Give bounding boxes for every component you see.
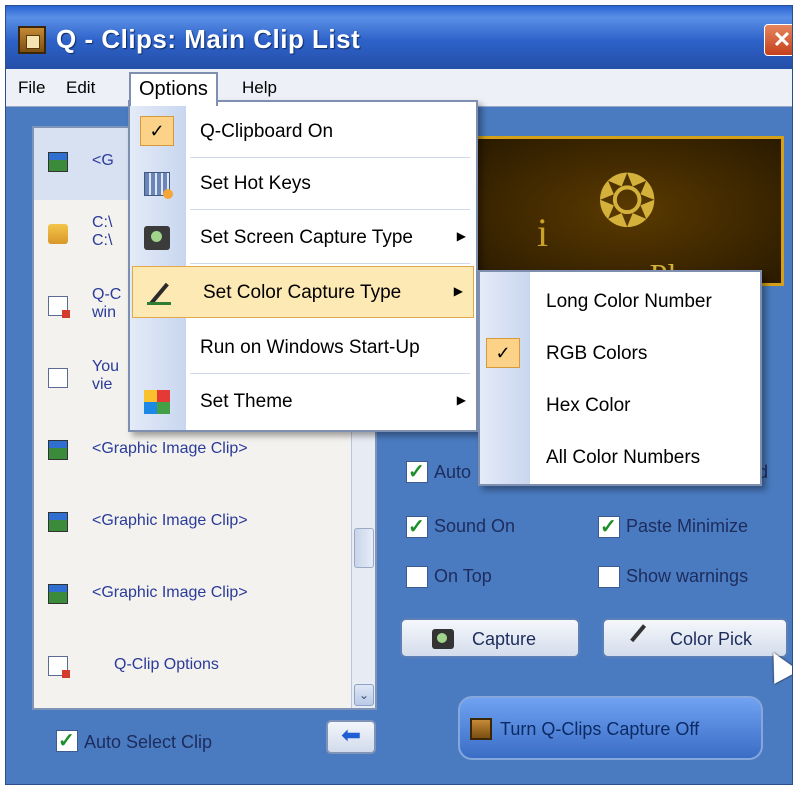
submenu-arrow-icon: ▶ bbox=[453, 284, 463, 298]
menu-separator bbox=[190, 373, 470, 374]
menu-item-label: Set Hot Keys bbox=[200, 173, 311, 194]
menu-options[interactable]: Options bbox=[129, 72, 218, 106]
menu-file[interactable]: File bbox=[14, 74, 49, 102]
turn-capture-off-label: Turn Q-Clips Capture Off bbox=[500, 719, 700, 739]
camera-icon bbox=[432, 629, 454, 649]
menu-item-label: Hex Color bbox=[546, 395, 631, 416]
turn-capture-off-button[interactable]: Turn Q-Clips Capture Off bbox=[458, 696, 763, 760]
clip-label: You vie bbox=[92, 358, 119, 393]
submenu-item-long-color-number[interactable]: Long Color Number bbox=[480, 276, 760, 328]
camera-icon bbox=[144, 226, 170, 250]
on-top-label: On Top bbox=[434, 566, 492, 586]
menu-separator bbox=[190, 209, 470, 210]
clip-label: <Graphic Image Clip> bbox=[92, 512, 248, 529]
menu-item-label: Set Theme bbox=[200, 391, 293, 412]
sound-on-checkbox[interactable] bbox=[406, 514, 428, 539]
back-arrow-button[interactable]: ⬅ bbox=[326, 720, 376, 754]
menu-help[interactable]: Help bbox=[238, 74, 281, 102]
keyboard-icon bbox=[144, 172, 173, 199]
menu-item-label: Set Screen Capture Type bbox=[200, 227, 413, 248]
paste-minimize-checkbox[interactable] bbox=[598, 514, 620, 539]
menu-item-run-on-windows-start-up[interactable]: Run on Windows Start-Up bbox=[130, 322, 476, 374]
auto-label: Auto bbox=[434, 462, 472, 482]
submenu-item-all-color-numbers[interactable]: All Color Numbers bbox=[480, 432, 760, 484]
options-dropdown: ✓ Q-Clipboard On Set Hot Keys Set Screen… bbox=[128, 100, 478, 432]
clip-label: <G bbox=[92, 152, 114, 169]
window-title: Q - Clips: Main Clip List bbox=[56, 24, 361, 54]
image-clip-icon bbox=[48, 584, 68, 604]
menu-item-label: Q-Clipboard On bbox=[200, 121, 334, 142]
menu-item-q-clipboard-on[interactable]: ✓ Q-Clipboard On bbox=[130, 106, 476, 158]
clip-label: Q-C win bbox=[92, 286, 122, 321]
menu-item-set-screen-capture-type[interactable]: Set Screen Capture Type ▶ bbox=[130, 212, 476, 264]
check-icon: ✓ bbox=[486, 338, 520, 368]
menu-item-label: Run on Windows Start-Up bbox=[200, 337, 420, 358]
clip-preview: proPlus bbox=[474, 136, 784, 293]
list-item[interactable]: <Graphic Image Clip> bbox=[34, 488, 375, 560]
menu-item-label: Long Color Number bbox=[546, 291, 712, 312]
menu-item-label: All Color Numbers bbox=[546, 447, 701, 468]
menu-item-set-theme[interactable]: Set Theme ▶ bbox=[130, 376, 476, 428]
color-pick-button-label: Color Pick bbox=[670, 629, 753, 649]
submenu-arrow-icon: ▶ bbox=[456, 393, 466, 407]
submenu-item-rgb-colors[interactable]: ✓ RGB Colors bbox=[480, 328, 760, 380]
eyedropper-icon bbox=[630, 624, 660, 654]
close-button[interactable]: ✕ bbox=[764, 24, 792, 56]
clip-label: <Graphic Image Clip> bbox=[92, 440, 248, 457]
auto-select-label: Auto Select Clip bbox=[84, 732, 213, 752]
scroll-down-button[interactable]: ⌄ bbox=[354, 684, 374, 706]
scroll-thumb[interactable] bbox=[354, 528, 374, 568]
document-icon bbox=[48, 368, 68, 388]
clip-label: C:\ C:\ bbox=[92, 214, 113, 249]
app-icon bbox=[18, 26, 46, 54]
title-bar[interactable]: Q - Clips: Main Clip List ✕ bbox=[6, 6, 792, 69]
on-top-checkbox[interactable] bbox=[406, 566, 428, 588]
document-icon bbox=[48, 656, 70, 678]
check-icon: ✓ bbox=[140, 116, 174, 146]
document-icon bbox=[48, 296, 70, 318]
clip-label: <Graphic Image Clip> bbox=[92, 584, 248, 601]
menu-separator bbox=[190, 263, 470, 264]
image-clip-icon bbox=[48, 512, 68, 532]
theme-icon bbox=[144, 390, 170, 414]
app-icon bbox=[470, 718, 492, 740]
capture-button-label: Capture bbox=[472, 629, 537, 649]
color-capture-submenu: Long Color Number ✓ RGB Colors Hex Color… bbox=[478, 270, 762, 486]
list-item[interactable]: Q-Clip Options bbox=[34, 632, 375, 704]
folder-icon bbox=[48, 224, 68, 244]
menu-item-label: RGB Colors bbox=[546, 343, 648, 364]
color-pick-button[interactable]: Color Pick bbox=[602, 618, 788, 658]
menu-item-set-hot-keys[interactable]: Set Hot Keys bbox=[130, 158, 476, 210]
submenu-item-hex-color[interactable]: Hex Color bbox=[480, 380, 760, 432]
menu-item-set-color-capture-type[interactable]: Set Color Capture Type ▶ bbox=[132, 266, 474, 318]
menu-edit[interactable]: Edit bbox=[62, 74, 99, 102]
eyedropper-icon bbox=[147, 281, 173, 305]
submenu-arrow-icon: ▶ bbox=[456, 229, 466, 243]
auto-checkbox[interactable] bbox=[406, 459, 428, 484]
image-clip-icon bbox=[48, 152, 68, 172]
list-item[interactable]: <Graphic Image Clip> bbox=[34, 560, 375, 632]
show-warnings-checkbox[interactable] bbox=[598, 566, 620, 588]
image-clip-icon bbox=[48, 440, 68, 460]
sound-on-label: Sound On bbox=[434, 516, 516, 536]
show-warnings-label: Show warnings bbox=[626, 566, 749, 586]
paste-minimize-label: Paste Minimize bbox=[626, 516, 749, 536]
capture-button[interactable]: Capture bbox=[400, 618, 580, 658]
auto-select-checkbox[interactable] bbox=[56, 728, 78, 753]
menu-item-label: Set Color Capture Type bbox=[203, 282, 402, 303]
clip-label: Q-Clip Options bbox=[114, 656, 219, 673]
